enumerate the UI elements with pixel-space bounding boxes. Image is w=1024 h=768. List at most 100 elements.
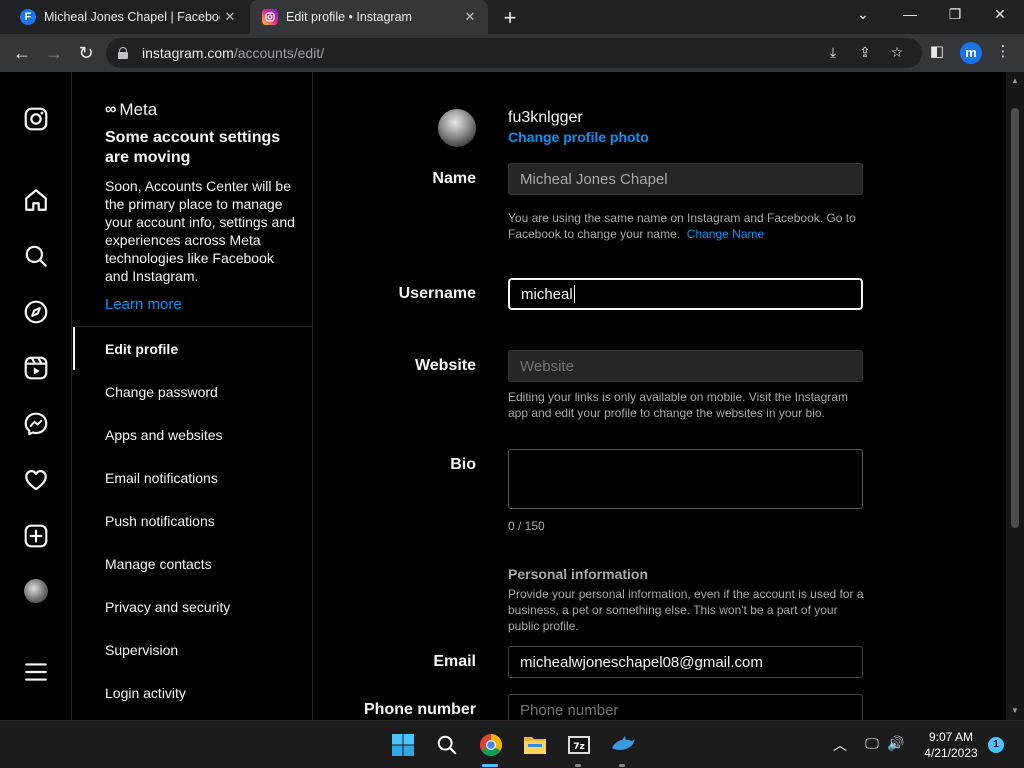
- address-bar[interactable]: instagram.com/accounts/edit/ ⤓ ⇪ ☆: [106, 38, 922, 68]
- meta-logo: ∞ Meta: [105, 100, 157, 120]
- change-profile-photo-link[interactable]: Change profile photo: [508, 129, 649, 145]
- more-menu-icon[interactable]: [22, 658, 50, 686]
- notification-badge[interactable]: 1: [988, 737, 1004, 753]
- dolphin-app-icon[interactable]: [609, 731, 637, 759]
- change-name-link[interactable]: Change Name: [687, 227, 764, 241]
- scrollbar-thumb[interactable]: [1011, 108, 1019, 528]
- instagram-logo-icon[interactable]: [22, 105, 50, 133]
- side-panel-icon[interactable]: ◧: [927, 42, 947, 60]
- settings-menu: Edit profile Change password Apps and we…: [73, 327, 313, 714]
- forward-icon[interactable]: →: [42, 41, 66, 65]
- file-explorer-icon[interactable]: [521, 731, 549, 759]
- profile-photo[interactable]: [438, 109, 476, 147]
- profile-avatar-icon[interactable]: [24, 579, 48, 603]
- menu-item-privacy-and-security[interactable]: Privacy and security: [73, 585, 313, 628]
- scroll-down-icon[interactable]: ▼: [1006, 706, 1024, 715]
- menu-item-edit-profile[interactable]: Edit profile: [73, 327, 313, 370]
- tab-instagram[interactable]: Edit profile • Instagram ✕: [250, 0, 488, 34]
- name-label: Name: [432, 170, 476, 187]
- create-plus-icon[interactable]: [22, 522, 50, 550]
- username-value: micheal: [521, 285, 573, 303]
- chrome-icon[interactable]: [477, 731, 505, 759]
- 7zip-icon[interactable]: 7z: [565, 731, 593, 759]
- menu-item-login-activity[interactable]: Login activity: [73, 671, 313, 714]
- edit-profile-form: fu3knlgger Change profile photo Name Mic…: [314, 72, 1006, 720]
- accounts-center-heading: Some account settings are moving: [105, 129, 281, 166]
- dolphin-running-indicator: [619, 764, 625, 767]
- menu-item-email-notifications[interactable]: Email notifications: [73, 456, 313, 499]
- page-scrollbar[interactable]: ▲ ▼: [1006, 72, 1024, 720]
- reels-icon[interactable]: [22, 354, 50, 382]
- browser-tab-bar: F Micheal Jones Chapel | Facebook ✕ Edit…: [0, 0, 1024, 34]
- install-app-icon[interactable]: ⤓: [824, 44, 842, 61]
- email-label: Email: [433, 653, 476, 670]
- name-field[interactable]: Micheal Jones Chapel: [508, 163, 863, 195]
- url-text: instagram.com/accounts/edit/: [142, 45, 324, 61]
- instagram-nav-rail: [0, 72, 72, 720]
- network-icon[interactable]: 🖵: [862, 735, 882, 752]
- phone-label: Phone number: [363, 701, 476, 718]
- email-input[interactable]: michealwjoneschapel08@gmail.com: [508, 646, 863, 678]
- bio-label: Bio: [450, 456, 476, 473]
- volume-icon[interactable]: 🔊: [886, 735, 906, 752]
- windows-taskbar: 7z ︿ 🖵 🔊 9:07 AM 4/21/2023 1: [0, 720, 1024, 768]
- tab-facebook[interactable]: F Micheal Jones Chapel | Facebook ✕: [8, 0, 248, 34]
- bio-textarea[interactable]: [508, 449, 863, 509]
- url-host: instagram.com: [142, 45, 234, 61]
- menu-item-manage-contacts[interactable]: Manage contacts: [73, 542, 313, 585]
- address-toolbar: ← → ↻ instagram.com/accounts/edit/ ⤓ ⇪ ☆…: [0, 34, 1024, 72]
- instagram-favicon-icon: [262, 9, 278, 25]
- meta-logo-text: Meta: [119, 100, 158, 119]
- phone-input[interactable]: Phone number: [508, 694, 863, 720]
- new-tab-icon[interactable]: +: [498, 5, 522, 31]
- explore-compass-icon[interactable]: [22, 298, 50, 326]
- website-hint: Editing your links is only available on …: [508, 390, 848, 420]
- website-input[interactable]: Website: [508, 350, 863, 382]
- restore-icon[interactable]: ❐: [945, 6, 965, 23]
- profile-username: fu3knlgger: [508, 109, 583, 126]
- tray-overflow-chevron-icon[interactable]: ︿: [830, 735, 850, 755]
- bio-char-count: 0 / 150: [508, 519, 545, 533]
- system-clock[interactable]: 9:07 AM 4/21/2023: [916, 729, 986, 761]
- chrome-active-indicator: [482, 764, 498, 767]
- username-label: Username: [398, 285, 476, 302]
- close-window-icon[interactable]: ✕: [990, 6, 1010, 23]
- meta-infinity-icon: ∞: [105, 101, 117, 118]
- share-icon[interactable]: ⇪: [856, 44, 874, 61]
- svg-text:7z: 7z: [573, 742, 585, 752]
- website-label: Website: [414, 357, 476, 374]
- notifications-heart-icon[interactable]: [22, 466, 50, 494]
- close-tab-icon[interactable]: ✕: [460, 9, 480, 25]
- menu-kebab-icon[interactable]: ⋮: [993, 42, 1013, 60]
- lock-icon: [118, 47, 128, 59]
- name-hint-text: You are using the same name on Instagram…: [508, 211, 856, 241]
- 7zip-running-indicator: [575, 764, 581, 767]
- search-icon[interactable]: [22, 242, 50, 270]
- minimize-icon[interactable]: —: [900, 6, 920, 22]
- profile-avatar[interactable]: m: [960, 42, 982, 64]
- url-path: /accounts/edit/: [233, 45, 325, 61]
- settings-sidebar: ∞ Meta Some account settings are moving …: [73, 72, 313, 720]
- taskbar-search-icon[interactable]: [433, 731, 461, 759]
- name-hint: You are using the same name on Instagram…: [508, 210, 868, 242]
- messenger-icon[interactable]: [22, 410, 50, 438]
- text-caret: [573, 285, 575, 303]
- menu-item-apps-and-websites[interactable]: Apps and websites: [73, 413, 313, 456]
- personal-info-title: Personal information: [508, 566, 649, 582]
- username-input[interactable]: micheal: [508, 278, 863, 310]
- menu-item-push-notifications[interactable]: Push notifications: [73, 499, 313, 542]
- close-tab-icon[interactable]: ✕: [220, 9, 240, 25]
- learn-more-link[interactable]: Learn more: [105, 296, 182, 313]
- bookmark-star-icon[interactable]: ☆: [888, 44, 906, 61]
- windows-start-icon[interactable]: [389, 731, 417, 759]
- back-icon[interactable]: ←: [10, 41, 34, 65]
- tab-title: Micheal Jones Chapel | Facebook: [44, 10, 220, 24]
- menu-item-change-password[interactable]: Change password: [73, 370, 313, 413]
- facebook-icon: F: [20, 9, 36, 25]
- menu-item-supervision[interactable]: Supervision: [73, 628, 313, 671]
- scroll-up-icon[interactable]: ▲: [1006, 76, 1024, 85]
- reload-icon[interactable]: ↻: [74, 41, 98, 65]
- tab-search-chevron-icon[interactable]: ⌄: [853, 6, 873, 23]
- personal-info-hint: Provide your personal information, even …: [508, 587, 864, 633]
- home-icon[interactable]: [22, 186, 50, 214]
